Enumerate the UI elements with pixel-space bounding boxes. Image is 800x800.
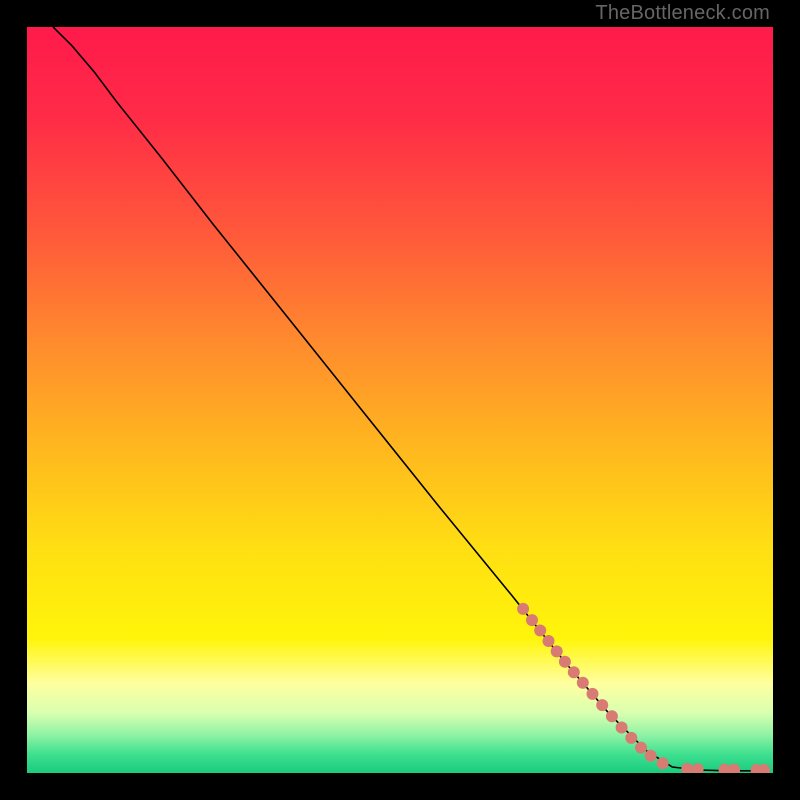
data-marker xyxy=(577,677,589,689)
gradient-background xyxy=(27,27,773,773)
data-marker xyxy=(635,742,647,754)
data-marker xyxy=(616,722,628,734)
data-marker xyxy=(596,699,608,711)
data-marker xyxy=(526,614,538,626)
watermark-label: TheBottleneck.com xyxy=(595,2,770,25)
data-marker xyxy=(534,625,546,637)
data-marker xyxy=(587,688,599,700)
data-marker xyxy=(568,666,580,678)
data-marker xyxy=(559,656,571,668)
data-marker xyxy=(657,757,669,769)
data-marker xyxy=(625,732,637,744)
plot-area xyxy=(27,27,773,773)
data-marker xyxy=(551,645,563,657)
data-marker xyxy=(606,710,618,722)
chart-svg xyxy=(27,27,773,773)
data-marker xyxy=(517,603,529,615)
chart-frame: TheBottleneck.com xyxy=(0,0,800,800)
data-marker xyxy=(645,750,657,762)
data-marker xyxy=(543,635,555,647)
